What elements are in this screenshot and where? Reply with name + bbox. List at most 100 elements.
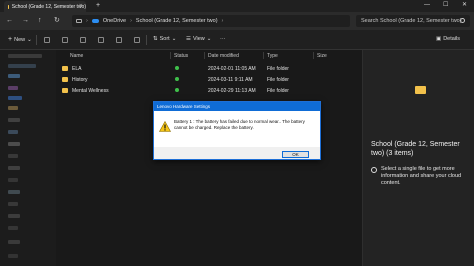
share-icon[interactable] bbox=[116, 37, 122, 43]
table-row[interactable]: ELA 2024-02-01 11:05 AM File folder bbox=[56, 63, 362, 74]
view-button[interactable]: ☰ View ⌄ bbox=[186, 36, 211, 42]
file-type: File folder bbox=[267, 77, 289, 83]
breadcrumb-current-folder[interactable]: School (Grade 12, Semester two) bbox=[136, 18, 218, 24]
nav-item-blurred[interactable] bbox=[8, 118, 20, 122]
nav-item-blurred[interactable] bbox=[8, 64, 36, 68]
sort-button[interactable]: ⇅ Sort ⌄ bbox=[153, 36, 176, 42]
sort-icon: ⇅ bbox=[153, 36, 158, 42]
breadcrumb-separator: › bbox=[130, 18, 132, 24]
synced-status-icon bbox=[175, 66, 179, 70]
details-info-text: Select a single file to get more informa… bbox=[381, 166, 462, 186]
nav-item-blurred[interactable] bbox=[8, 154, 18, 158]
file-name: ELA bbox=[72, 66, 82, 72]
column-size[interactable]: Size bbox=[317, 53, 327, 59]
table-row[interactable]: Mental Wellness 2024-02-29 11:13 AM File… bbox=[56, 85, 362, 96]
forward-button[interactable]: → bbox=[22, 17, 29, 25]
nav-item-blurred[interactable] bbox=[8, 166, 20, 170]
command-bar: + New ⌄ ⇅ Sort ⌄ ☰ View ⌄ ··· ▣ Details bbox=[0, 30, 474, 50]
more-options-button[interactable]: ··· bbox=[220, 36, 226, 42]
details-info: Select a single file to get more informa… bbox=[371, 166, 471, 187]
column-type[interactable]: Type bbox=[267, 53, 278, 59]
divider bbox=[36, 35, 37, 45]
details-pane: School (Grade 12, Semester two) (3 items… bbox=[362, 50, 474, 266]
nav-item-blurred[interactable] bbox=[8, 142, 20, 146]
paste-icon[interactable] bbox=[80, 37, 86, 43]
synced-status-icon bbox=[175, 77, 179, 81]
details-button[interactable]: ▣ Details bbox=[436, 36, 460, 42]
folder-icon bbox=[62, 77, 68, 82]
file-name: History bbox=[72, 77, 88, 83]
nav-item-blurred[interactable] bbox=[8, 96, 22, 100]
nav-item-blurred[interactable] bbox=[8, 240, 20, 244]
table-row[interactable]: History 2024-03-11 9:11 AM File folder bbox=[56, 74, 362, 85]
close-window-button[interactable]: ✕ bbox=[462, 2, 467, 9]
breadcrumb[interactable]: › OneDrive › School (Grade 12, Semester … bbox=[72, 15, 350, 27]
dialog-title-bar[interactable]: Lenovo Hardware Settings bbox=[154, 102, 320, 111]
breadcrumb-separator: › bbox=[221, 18, 224, 24]
search-input[interactable]: Search School (Grade 12, Semester two) bbox=[356, 15, 470, 27]
nav-item-blurred[interactable] bbox=[8, 254, 18, 258]
breadcrumb-onedrive[interactable]: OneDrive bbox=[103, 18, 126, 24]
cloud-icon bbox=[91, 19, 99, 23]
copy-icon[interactable] bbox=[62, 37, 68, 43]
nav-item-blurred[interactable] bbox=[8, 130, 18, 134]
nav-item-blurred[interactable] bbox=[8, 214, 20, 218]
nav-item-blurred[interactable] bbox=[8, 202, 18, 206]
nav-item-blurred[interactable] bbox=[8, 54, 42, 58]
back-button[interactable]: ← bbox=[6, 17, 13, 25]
tab-title: School (Grade 12, Semester two) bbox=[11, 3, 86, 10]
file-date: 2024-03-11 9:11 AM bbox=[208, 77, 253, 83]
nav-item-blurred[interactable] bbox=[8, 106, 18, 110]
navigation-pane[interactable] bbox=[0, 50, 56, 266]
warning-icon bbox=[159, 121, 171, 132]
column-date-modified[interactable]: Date modified bbox=[208, 53, 239, 59]
file-date: 2024-02-01 11:05 AM bbox=[208, 66, 256, 72]
nav-item-blurred[interactable] bbox=[8, 178, 18, 182]
up-button[interactable]: ↑ bbox=[38, 17, 42, 25]
dialog-body: Battery 1 : The battery has failed due t… bbox=[154, 111, 320, 147]
minimize-button[interactable]: — bbox=[424, 2, 430, 9]
ok-button[interactable]: OK bbox=[282, 151, 309, 158]
chevron-down-icon: ⌄ bbox=[206, 36, 212, 42]
chevron-down-icon: ⌄ bbox=[171, 36, 177, 42]
new-tab-button[interactable]: + bbox=[96, 2, 100, 10]
nav-item-blurred[interactable] bbox=[8, 86, 18, 90]
new-button[interactable]: + New ⌄ bbox=[8, 36, 32, 43]
dialog-message: Battery 1 : The battery has failed due t… bbox=[174, 119, 305, 130]
nav-item-blurred[interactable] bbox=[8, 190, 20, 194]
nav-item-blurred[interactable] bbox=[8, 226, 18, 230]
synced-status-icon bbox=[175, 88, 179, 92]
divider bbox=[263, 52, 264, 59]
divider bbox=[146, 35, 147, 45]
column-status[interactable]: Status bbox=[174, 53, 188, 59]
file-type: File folder bbox=[267, 66, 289, 72]
details-label: Details bbox=[443, 36, 461, 42]
close-tab-icon[interactable]: ✕ bbox=[79, 3, 83, 9]
tab-bar: School (Grade 12, Semester two) ✕ + — ☐ … bbox=[0, 0, 474, 12]
folder-icon bbox=[62, 66, 68, 71]
divider bbox=[170, 52, 171, 59]
cut-icon[interactable] bbox=[44, 37, 50, 43]
refresh-button[interactable]: ↻ bbox=[54, 17, 60, 25]
folder-icon bbox=[415, 86, 426, 94]
maximize-button[interactable]: ☐ bbox=[443, 2, 448, 9]
monitor-icon bbox=[76, 19, 82, 23]
folder-icon bbox=[8, 4, 9, 9]
ok-label: OK bbox=[292, 152, 299, 157]
info-icon bbox=[371, 167, 377, 173]
details-pane-icon: ▣ bbox=[436, 36, 442, 42]
file-name: Mental Wellness bbox=[72, 88, 109, 94]
column-name[interactable]: Name bbox=[70, 53, 83, 59]
divider bbox=[313, 52, 314, 59]
nav-item-blurred[interactable] bbox=[8, 74, 20, 78]
address-bar: ← → ↑ ↻ › OneDrive › School (Grade 12, S… bbox=[0, 12, 474, 30]
rename-icon[interactable] bbox=[98, 37, 104, 43]
delete-icon[interactable] bbox=[134, 37, 140, 43]
details-title: School (Grade 12, Semester two) (3 items… bbox=[371, 141, 460, 157]
sort-label: Sort bbox=[159, 36, 170, 42]
file-type: File folder bbox=[267, 88, 289, 94]
search-placeholder: Search School (Grade 12, Semester two) bbox=[361, 18, 462, 24]
folder-icon bbox=[62, 88, 68, 93]
tab-school[interactable]: School (Grade 12, Semester two) ✕ bbox=[4, 1, 86, 12]
new-label: New bbox=[14, 36, 26, 43]
